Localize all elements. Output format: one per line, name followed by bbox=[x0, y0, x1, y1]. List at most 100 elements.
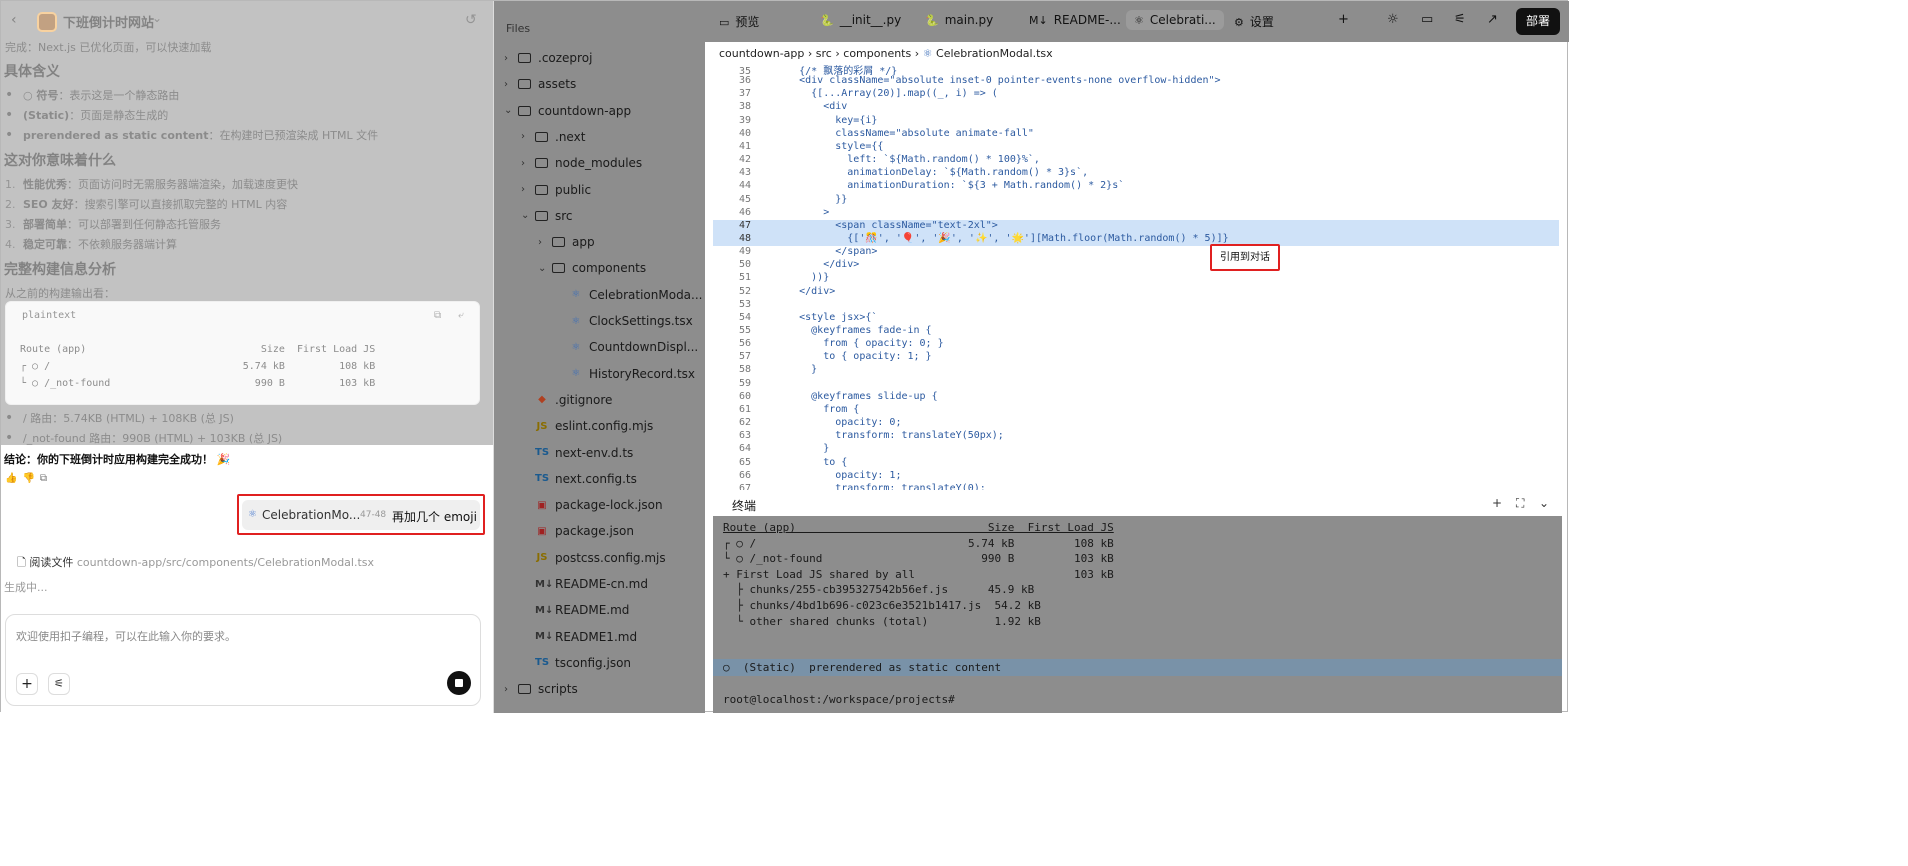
folder-item[interactable]: ⌄ components bbox=[538, 255, 646, 281]
copy-icon[interactable]: ⧉ bbox=[40, 473, 52, 484]
code-line[interactable]: 63 transform: translateY(50px); bbox=[713, 430, 1559, 443]
code-line[interactable]: 64 } bbox=[713, 443, 1559, 456]
add-tab-icon[interactable]: + bbox=[1338, 12, 1349, 27]
code-area[interactable]: 35 {/* 飘落的彩屑 */} 36 <div className="absol… bbox=[713, 66, 1559, 490]
tab-2[interactable]: 🐍 main.py bbox=[925, 13, 993, 27]
folder-item[interactable]: ⌄ countdown-app bbox=[504, 98, 631, 124]
chevron-right-icon[interactable]: › bbox=[538, 237, 552, 248]
tab-4[interactable]: ⚛ Celebrati... bbox=[1126, 10, 1224, 30]
tab-1[interactable]: 🐍 __init__.py bbox=[820, 13, 901, 27]
file-item[interactable]: ▣ package.json bbox=[521, 518, 634, 544]
chat-input[interactable]: 欢迎使用扣子编程，可以在此输入你的要求。 + ⚟ bbox=[5, 614, 481, 706]
add-button[interactable]: + bbox=[16, 673, 38, 695]
maximize-icon[interactable]: ⛶ bbox=[1516, 496, 1524, 511]
code-line[interactable]: 61 from { bbox=[713, 404, 1559, 417]
file-item[interactable]: ⚛ CelebrationModa... bbox=[555, 282, 703, 308]
collapse-icon[interactable]: ⌄ bbox=[1539, 496, 1549, 510]
external-link-icon[interactable]: ↗ bbox=[1487, 12, 1498, 27]
breadcrumb-item[interactable]: countdown-app bbox=[719, 47, 804, 60]
code-line[interactable]: 50 </div> bbox=[713, 259, 1559, 272]
theme-icon[interactable]: ☼ bbox=[1387, 12, 1399, 27]
code-line[interactable]: 60 @keyframes slide-up { bbox=[713, 391, 1559, 404]
deploy-button[interactable]: 部署 bbox=[1516, 8, 1560, 35]
folder-item[interactable]: › app bbox=[538, 229, 595, 255]
file-item[interactable]: ◆ .gitignore bbox=[521, 387, 612, 413]
file-item[interactable]: TS next.config.ts bbox=[521, 466, 637, 492]
folder-item[interactable]: ⌄ src bbox=[521, 203, 573, 229]
quote-to-chat-button[interactable]: 引用到对话 bbox=[1210, 244, 1280, 271]
chevron-right-icon[interactable]: › bbox=[504, 684, 518, 695]
file-item[interactable]: M↓ README.md bbox=[521, 597, 629, 623]
code-editor[interactable]: countdown-app › src › components › ⚛ Cel… bbox=[713, 42, 1559, 490]
chevron-right-icon[interactable]: › bbox=[504, 53, 518, 64]
chevron-right-icon[interactable]: › bbox=[521, 158, 535, 169]
code-line[interactable]: 37 {[...Array(20)].map((_, i) => ( bbox=[713, 88, 1559, 101]
folder-item[interactable]: › scripts bbox=[504, 676, 578, 702]
code-line[interactable]: 51 ))} bbox=[713, 272, 1559, 285]
stop-button[interactable] bbox=[447, 671, 471, 695]
folder-item[interactable]: › node_modules bbox=[521, 150, 642, 176]
code-line[interactable]: 42 left: `${Math.random() * 100}%`, bbox=[713, 154, 1559, 167]
chevron-right-icon[interactable]: › bbox=[521, 184, 535, 195]
breadcrumb-item[interactable]: src bbox=[816, 47, 832, 60]
add-terminal-icon[interactable]: + bbox=[1492, 496, 1502, 510]
chevron-right-icon[interactable]: › bbox=[504, 79, 518, 90]
sliders-icon[interactable]: ⚟ bbox=[1454, 12, 1466, 27]
code-line[interactable]: 49 </span> bbox=[713, 246, 1559, 259]
code-line[interactable]: 53 bbox=[713, 299, 1559, 312]
tab-3[interactable]: M↓ README-... bbox=[1029, 13, 1121, 27]
code-line[interactable]: 54 <style jsx>{` bbox=[713, 312, 1559, 325]
code-line[interactable]: 65 to { bbox=[713, 457, 1559, 470]
file-item[interactable]: TS next-env.d.ts bbox=[521, 440, 633, 466]
file-item[interactable]: JS postcss.config.mjs bbox=[521, 545, 666, 571]
chevron-down-icon[interactable]: ⌄ bbox=[521, 210, 535, 221]
code-line[interactable]: 38 <div bbox=[713, 101, 1559, 114]
folder-item[interactable]: › assets bbox=[504, 71, 576, 97]
line-number: 63 bbox=[738, 430, 751, 442]
code-line[interactable]: 39 key={i} bbox=[713, 115, 1559, 128]
file-item[interactable]: TS tsconfig.json bbox=[521, 650, 631, 676]
file-item[interactable]: ⚛ ClockSettings.tsx bbox=[555, 308, 693, 334]
file-item[interactable]: ⚛ CountdownDispl... bbox=[555, 334, 699, 360]
code-line[interactable]: 56 from { opacity: 0; } bbox=[713, 338, 1559, 351]
tab-0[interactable]: ▭ 预览 bbox=[719, 13, 759, 30]
thumbs-down-icon[interactable]: 👎 bbox=[22, 473, 39, 484]
terminal[interactable]: 终端 + ⛶ ⌄ Route (app) Size First Load JS ┌… bbox=[713, 490, 1562, 713]
code-line[interactable]: 66 opacity: 1; bbox=[713, 470, 1559, 483]
file-item[interactable]: M↓ README1.md bbox=[521, 624, 637, 650]
code-line[interactable]: 59 bbox=[713, 378, 1559, 391]
code-line[interactable]: 52 </div> bbox=[713, 286, 1559, 299]
code-line[interactable]: 35 {/* 飘落的彩屑 */} bbox=[713, 62, 1559, 77]
code-line[interactable]: 41 style={{ bbox=[713, 141, 1559, 154]
folder-item[interactable]: › .next bbox=[521, 124, 585, 150]
code-line[interactable]: 58 } bbox=[713, 364, 1559, 377]
code-line[interactable]: 36 <div className="absolute inset-0 poin… bbox=[713, 75, 1559, 88]
code-line[interactable]: 62 opacity: 0; bbox=[713, 417, 1559, 430]
chevron-right-icon[interactable]: › bbox=[521, 131, 535, 142]
folder-item[interactable]: › .cozeproj bbox=[504, 45, 592, 71]
folder-item[interactable]: › public bbox=[521, 177, 591, 203]
code-line[interactable]: 46 > bbox=[713, 207, 1559, 220]
code-line[interactable]: 48 {['🎊', '🎈', '🎉', '✨', '🌟'][Math.floor… bbox=[713, 232, 1559, 246]
file-item[interactable]: M↓ README-cn.md bbox=[521, 571, 648, 597]
settings-sliders-icon[interactable]: ⚟ bbox=[48, 673, 70, 695]
code-line[interactable]: 57 to { opacity: 1; } bbox=[713, 351, 1559, 364]
breadcrumb-item[interactable]: components bbox=[843, 47, 911, 60]
code-line[interactable]: 43 animationDelay: `${Math.random() * 3}… bbox=[713, 167, 1559, 180]
chevron-down-icon[interactable]: ⌄ bbox=[538, 263, 552, 274]
chevron-down-icon[interactable]: ⌄ bbox=[504, 105, 518, 116]
file-item[interactable]: ⚛ HistoryRecord.tsx bbox=[555, 361, 696, 387]
quoted-code-message[interactable]: ⚛ CelebrationMo... 47-48 再加几个 emoji bbox=[237, 494, 485, 535]
code-line[interactable]: 55 @keyframes fade-in { bbox=[713, 325, 1559, 338]
folder-icon[interactable]: ▭ bbox=[1421, 12, 1433, 27]
code-line[interactable]: 44 animationDuration: `${3 + Math.random… bbox=[713, 180, 1559, 193]
code-line[interactable]: 45 }} bbox=[713, 194, 1559, 207]
code-line[interactable]: 67 transform: translateY(0); bbox=[713, 483, 1559, 490]
tab-5[interactable]: ⚙ 设置 bbox=[1234, 13, 1274, 30]
file-item[interactable]: JS eslint.config.mjs bbox=[521, 413, 654, 439]
code-line[interactable]: 47 <span className="text-2xl"> bbox=[713, 219, 1559, 233]
breadcrumb-item[interactable]: CelebrationModal.tsx bbox=[936, 47, 1053, 60]
code-line[interactable]: 40 className="absolute animate-fall" bbox=[713, 128, 1559, 141]
file-item[interactable]: ▣ package-lock.json bbox=[521, 492, 662, 518]
thumbs-up-icon[interactable]: 👍 bbox=[5, 473, 22, 484]
